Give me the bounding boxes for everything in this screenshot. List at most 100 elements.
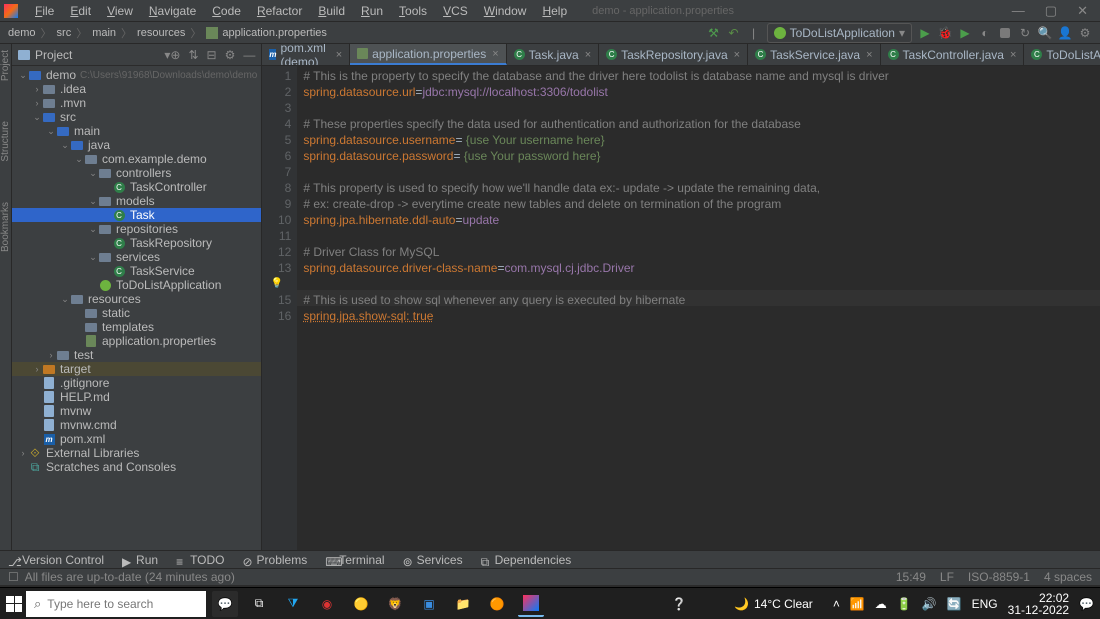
windows-search-box[interactable]: ⌕ Type here to search [26, 591, 206, 617]
menu-view[interactable]: View [100, 2, 140, 20]
menu-edit[interactable]: Edit [63, 2, 98, 20]
menu-navigate[interactable]: Navigate [142, 2, 203, 20]
search-icon[interactable]: 🔍 [1038, 26, 1052, 40]
taskbar-postman-icon[interactable]: 🟠 [484, 591, 510, 617]
menu-build[interactable]: Build [311, 2, 352, 20]
taskbar-explorer-icon[interactable]: 📁 [450, 591, 476, 617]
tray-volume-icon[interactable]: 🔊 [922, 597, 937, 611]
editor-tab[interactable]: CTaskController.java× [881, 44, 1025, 65]
tray-sync-icon[interactable]: 🔄 [947, 597, 962, 611]
update-button[interactable]: ↻ [1018, 26, 1032, 40]
taskbar-intellij-icon[interactable] [518, 591, 544, 617]
taskbar-app-icon[interactable]: ▣ [416, 591, 442, 617]
menu-vcs[interactable]: VCS [436, 2, 475, 20]
breadcrumb[interactable]: demo〉src〉main〉resources〉application.prop… [8, 25, 327, 41]
menu-code[interactable]: Code [205, 2, 248, 20]
user-avatar-icon[interactable]: 👤 [1058, 26, 1072, 40]
taskbar-obs-icon[interactable]: ◉ [314, 591, 340, 617]
settings-icon[interactable]: ⚙ [225, 48, 236, 62]
tool-window-problems[interactable]: ⊘Problems [243, 553, 308, 567]
tree-item[interactable]: mvnw [12, 404, 261, 418]
tree-item[interactable]: ›target [12, 362, 261, 376]
close-tab-icon[interactable]: × [734, 49, 740, 61]
breadcrumb-item[interactable]: demo [8, 27, 36, 39]
tree-item[interactable]: ›.mvn [12, 96, 261, 110]
taskbar-chrome-icon[interactable]: 🟡 [348, 591, 374, 617]
tree-item[interactable]: templates [12, 320, 261, 334]
tree-item[interactable]: ⌄repositories [12, 222, 261, 236]
status-segment[interactable]: LF [940, 570, 954, 584]
select-opened-file-icon[interactable]: ⊕ [170, 48, 180, 62]
project-tree[interactable]: ⌄demoC:\Users\91968\Downloads\demo\demo›… [12, 66, 261, 550]
debug-button[interactable]: 🐞 [938, 26, 952, 40]
tool-stripe-bookmarks[interactable]: Bookmarks [0, 202, 11, 252]
tree-item[interactable]: ⌄com.example.demo [12, 152, 261, 166]
taskbar-taskview-icon[interactable]: ⧉ [246, 591, 272, 617]
build-icon[interactable]: ⚒ [707, 26, 721, 40]
tree-item[interactable]: ⌄demoC:\Users\91968\Downloads\demo\demo [12, 68, 261, 82]
collapse-all-icon[interactable]: ⊟ [207, 48, 217, 62]
editor-tab[interactable]: CTask.java× [507, 44, 599, 65]
profile-button[interactable]: ◐ [978, 26, 992, 40]
tree-item[interactable]: application.properties [12, 334, 261, 348]
back-arrow-icon[interactable]: ↶ [727, 26, 741, 40]
tree-item[interactable]: .gitignore [12, 376, 261, 390]
tree-item[interactable]: CTaskRepository [12, 236, 261, 250]
breadcrumb-item[interactable]: src [57, 27, 72, 39]
taskbar-brave-icon[interactable]: 🦁 [382, 591, 408, 617]
menu-refactor[interactable]: Refactor [250, 2, 309, 20]
tool-window-dependencies[interactable]: ⧉Dependencies [481, 553, 572, 567]
tree-item[interactable]: mvnw.cmd [12, 418, 261, 432]
windows-start-button[interactable] [6, 596, 22, 612]
tree-item[interactable]: ⌄resources [12, 292, 261, 306]
taskbar-vscode-icon[interactable]: ⧩ [280, 591, 306, 617]
tree-item[interactable]: ToDoListApplication [12, 278, 261, 292]
tree-item[interactable]: CTaskService [12, 264, 261, 278]
tool-window-run[interactable]: ▶Run [122, 553, 158, 567]
run-configuration-select[interactable]: ToDoListApplication ▾ [767, 23, 912, 43]
maximize-icon[interactable]: ▢ [1045, 3, 1057, 19]
tray-language[interactable]: ENG [972, 597, 998, 611]
close-tab-icon[interactable]: × [866, 49, 872, 61]
tray-battery-icon[interactable]: 🔋 [897, 597, 912, 611]
tool-window-services[interactable]: ⊚Services [403, 553, 463, 567]
tree-item[interactable]: mpom.xml [12, 432, 261, 446]
status-segment[interactable]: 4 spaces [1044, 570, 1092, 584]
tray-clock[interactable]: 22:02 31-12-2022 [1008, 592, 1069, 616]
status-segment[interactable]: 15:49 [896, 570, 926, 584]
tree-item[interactable]: ⧉Scratches and Consoles [12, 460, 261, 474]
settings-gear-icon[interactable]: ⚙ [1078, 26, 1092, 40]
close-tab-icon[interactable]: × [585, 49, 591, 61]
tray-chevron-icon[interactable]: ˄ [833, 597, 840, 611]
project-panel-header[interactable]: Project ▾ ⊕ ⇅ ⊟ ⚙ — [12, 44, 261, 66]
editor-tab[interactable]: mpom.xml (demo)× [262, 44, 350, 65]
tree-item[interactable]: ›test [12, 348, 261, 362]
editor-tab[interactable]: CTaskService.java× [748, 44, 880, 65]
tray-notifications-icon[interactable]: 💬 [1079, 597, 1094, 611]
code-area[interactable]: ⚠6 ⚠1 ˆ ˇ # This is the property to spec… [297, 66, 1100, 550]
tool-window-version-control[interactable]: ⎇Version Control [8, 553, 104, 567]
editor-tab[interactable]: application.properties× [350, 44, 507, 65]
tree-item[interactable]: HELP.md [12, 390, 261, 404]
tree-item[interactable]: CTaskController [12, 180, 261, 194]
close-tab-icon[interactable]: × [1010, 49, 1016, 61]
tree-item[interactable]: ⌄src [12, 110, 261, 124]
tray-wifi-icon[interactable]: 📶 [850, 597, 865, 611]
tree-item[interactable]: ›.idea [12, 82, 261, 96]
close-icon[interactable]: ✕ [1077, 3, 1088, 19]
tray-onedrive-icon[interactable]: ☁ [875, 597, 887, 611]
breadcrumb-item[interactable]: resources [137, 27, 185, 39]
tree-item[interactable]: ⌄services [12, 250, 261, 264]
tree-item[interactable]: ⌄main [12, 124, 261, 138]
tree-item[interactable]: ⌄controllers [12, 166, 261, 180]
hide-icon[interactable]: — [243, 48, 255, 62]
close-tab-icon[interactable]: × [492, 48, 498, 60]
menu-file[interactable]: File [28, 2, 61, 20]
taskbar-help-icon[interactable]: ❔ [666, 591, 692, 617]
line-gutter[interactable]: 12345678910111213💡1516 [262, 66, 297, 550]
tree-item[interactable]: CTask [12, 208, 261, 222]
breadcrumb-item[interactable]: application.properties [222, 27, 327, 39]
stop-button[interactable] [998, 26, 1012, 40]
run-button[interactable]: ▶ [918, 26, 932, 40]
close-tab-icon[interactable]: × [336, 49, 342, 61]
